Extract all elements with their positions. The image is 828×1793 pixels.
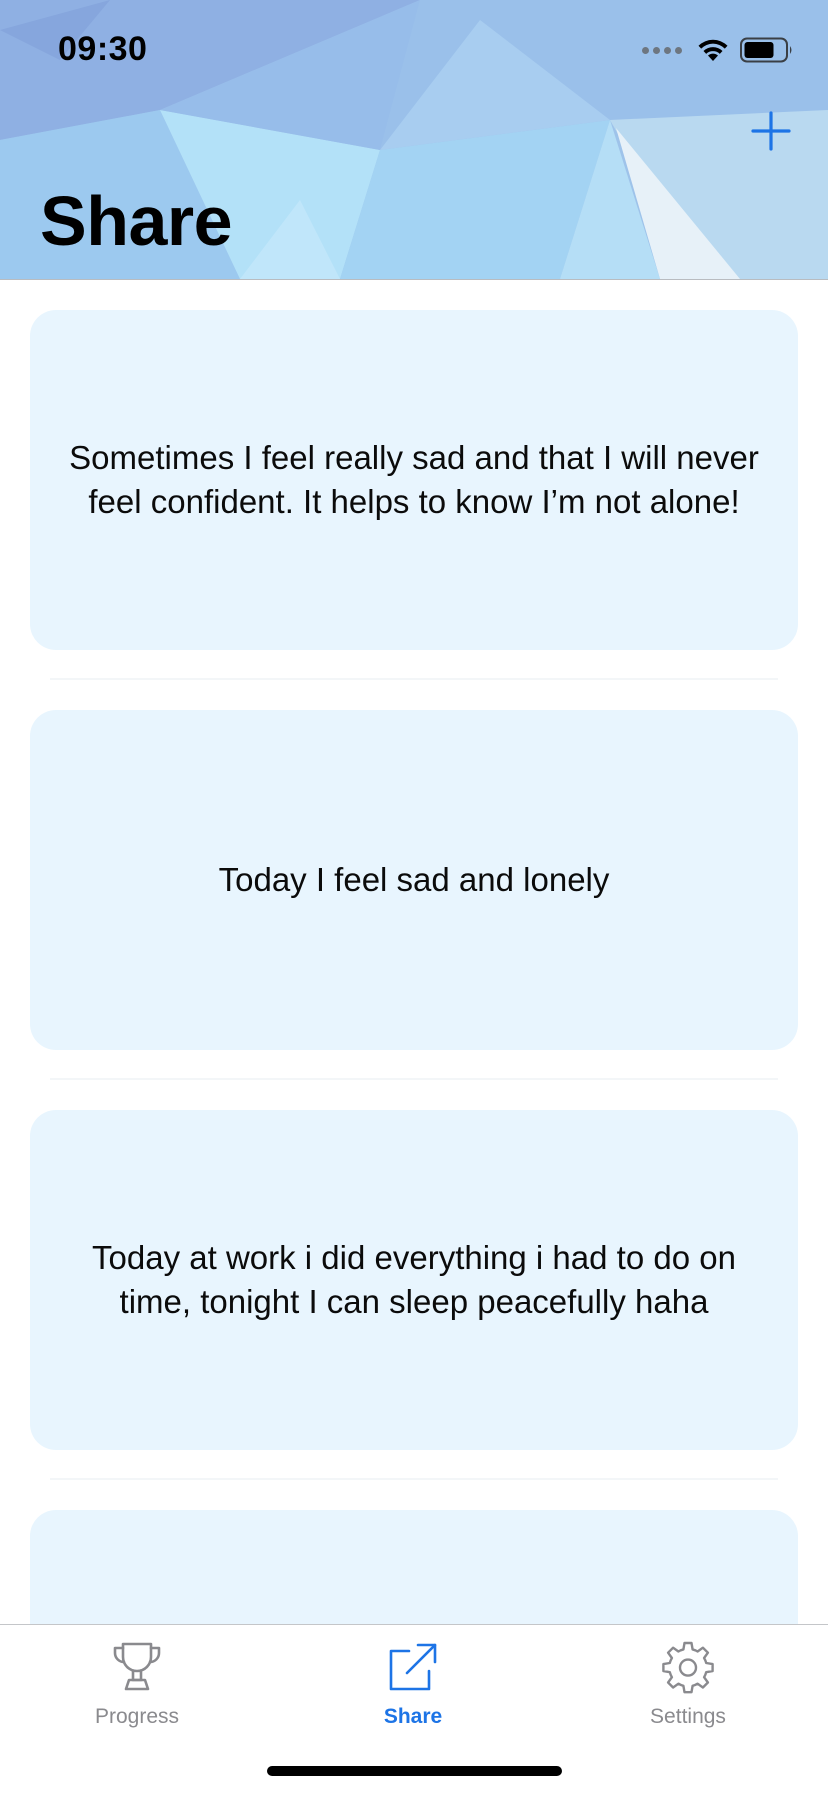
tab-share[interactable]: Share: [313, 1639, 513, 1749]
post-card[interactable]: Sometimes I feel really sad and that I w…: [30, 310, 798, 650]
status-icons: [642, 36, 794, 64]
post-card[interactable]: Today I feel sad and lonely: [30, 710, 798, 1050]
home-indicator[interactable]: [267, 1766, 562, 1776]
post-text: Sometimes I feel really sad and that I w…: [69, 439, 759, 520]
cellular-signal-icon: [642, 46, 682, 54]
wifi-icon: [698, 39, 728, 61]
share-icon: [389, 1643, 437, 1691]
tab-label: Share: [383, 1705, 443, 1728]
shared-posts-feed[interactable]: Sometimes I feel really sad and that I w…: [0, 280, 828, 1624]
status-time: 09:30: [58, 30, 148, 68]
card-separator: [50, 1478, 778, 1480]
card-separator: [50, 678, 778, 680]
post-text: Today I feel sad and lonely: [218, 861, 610, 898]
page-title: Share: [40, 182, 233, 260]
post-text: Today at work i did everything i had to …: [92, 1239, 736, 1320]
battery-icon: [740, 37, 792, 63]
post-card[interactable]: [30, 1510, 798, 1624]
tab-settings[interactable]: Settings: [588, 1639, 788, 1749]
post-card[interactable]: Today at work i did everything i had to …: [30, 1110, 798, 1450]
add-post-button[interactable]: [750, 110, 792, 152]
tab-label: Settings: [650, 1705, 726, 1728]
header: 09:30 Share: [0, 0, 828, 280]
card-separator: [50, 1078, 778, 1080]
tab-progress[interactable]: Progress: [37, 1639, 237, 1749]
tab-label: Progress: [94, 1705, 180, 1728]
trophy-icon: [113, 1642, 161, 1691]
gear-icon: [662, 1641, 714, 1694]
